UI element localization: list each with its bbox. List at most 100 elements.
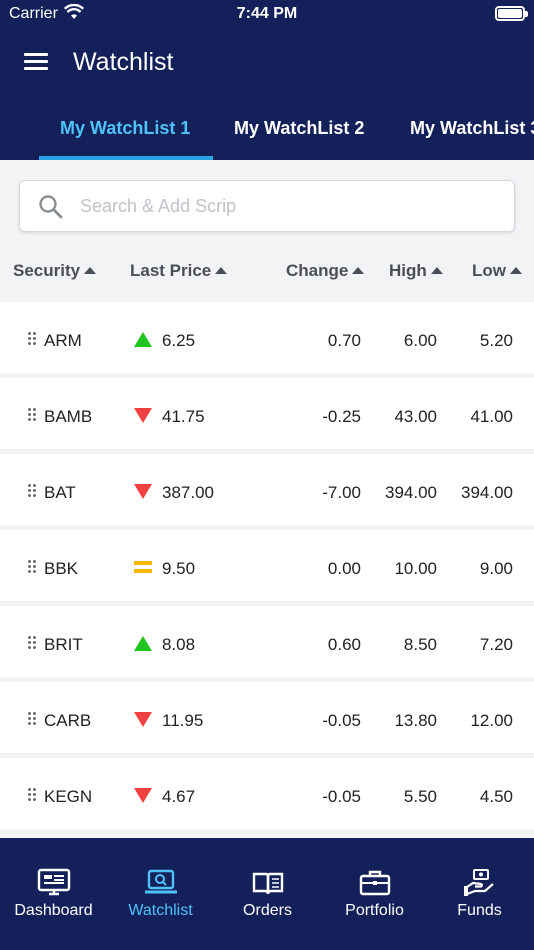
drag-handle-icon[interactable] [28,408,38,422]
sort-up-icon [84,267,97,274]
sort-last-price-header[interactable]: Last Price [130,261,228,281]
last-price-value: 4.67 [162,787,196,806]
sort-change-header[interactable]: Change [286,261,365,281]
change-value: 0.70 [327,331,361,350]
trend-down-icon [134,484,152,500]
watchlist-tabs: My WatchList 1 My WatchList 2 My WatchLi… [0,110,534,160]
change-value: 0.00 [327,559,361,578]
security-symbol: BAT [44,483,76,502]
hand-money-icon [426,868,533,898]
low-value: 394.00 [461,483,513,502]
low-value: 12.00 [470,711,513,730]
change-value: -7.00 [322,483,361,502]
drag-handle-icon[interactable] [28,788,38,802]
high-value: 394.00 [385,483,437,502]
table-row[interactable]: ARM 6.25 0.70 6.00 5.20 [0,302,534,373]
monitor-icon [0,868,107,898]
high-value: 10.00 [394,559,437,578]
trend-up-icon [134,636,152,652]
trend-up-icon [134,332,152,348]
clock: 7:44 PM [236,5,298,22]
security-symbol: BBK [44,559,79,578]
security-symbol: BRIT [44,635,83,654]
low-column-label: Low [472,261,506,280]
security-symbol: ARM [44,331,82,350]
security-symbol: BAMB [44,407,93,426]
high-value: 6.00 [403,331,437,350]
battery-icon [495,6,528,21]
drag-handle-icon[interactable] [28,712,38,726]
nav-watchlist-label: Watchlist [128,902,193,919]
last-price-value: 9.50 [162,559,196,578]
active-tab-indicator [39,156,213,160]
low-value: 7.20 [479,635,513,654]
change-value: -0.05 [322,711,361,730]
drag-handle-icon[interactable] [28,636,38,650]
nav-portfolio[interactable]: Portfolio [321,868,428,920]
nav-orders[interactable]: Orders [214,868,321,920]
hamburger-menu-icon[interactable] [24,53,48,73]
table-row[interactable]: BAT 387.00 -7.00 394.00 394.00 [0,454,534,525]
tab-watchlist-2[interactable]: My WatchList 2 [234,118,364,139]
sort-up-icon [430,267,443,274]
security-symbol: CARB [44,711,92,730]
trend-down-icon [134,712,152,728]
last-price-value: 6.25 [162,331,196,350]
status-bar: Carrier 7:44 PM [0,0,534,28]
low-value: 4.50 [479,787,513,806]
nav-dashboard-label: Dashboard [14,902,93,919]
sort-low-header[interactable]: Low [472,261,522,281]
trend-flat-icon [134,560,152,576]
sort-up-icon [215,267,228,274]
table-row[interactable]: BBK 9.50 0.00 10.00 9.00 [0,530,534,601]
high-value: 5.50 [403,787,437,806]
sort-high-header[interactable]: High [389,261,443,281]
search-input[interactable] [80,181,500,231]
drag-handle-icon[interactable] [28,332,38,346]
table-row[interactable]: BRIT 8.08 0.60 8.50 7.20 [0,606,534,677]
low-value: 41.00 [470,407,513,426]
tab-watchlist-3[interactable]: My WatchList 3 [410,118,534,139]
table-row[interactable]: BAMB 41.75 -0.25 43.00 41.00 [0,378,534,449]
sort-up-icon [352,267,365,274]
search-icon [38,194,64,225]
tab-watchlist-1[interactable]: My WatchList 1 [60,118,190,139]
nav-orders-label: Orders [243,902,292,919]
sort-security-header[interactable]: Security [13,261,97,281]
drag-handle-icon[interactable] [28,484,38,498]
nav-watchlist[interactable]: Watchlist [107,868,214,920]
table-row[interactable]: CARB 11.95 -0.05 13.80 12.00 [0,682,534,753]
sort-up-icon [510,267,522,274]
app-header: Carrier 7:44 PM Watchlist My WatchList 1… [0,0,534,160]
laptop-search-icon [107,868,214,898]
security-symbol: KEGN [44,787,93,806]
table-row[interactable]: KEGN 4.67 -0.05 5.50 4.50 [0,758,534,829]
high-value: 8.50 [403,635,437,654]
change-value: -0.05 [322,787,361,806]
column-headers: Security Last Price Change High Low [0,252,534,292]
page-title: Watchlist [73,48,174,76]
last-price-value: 11.95 [162,711,204,730]
last-price-value: 387.00 [162,483,214,502]
bottom-nav: Dashboard Watchlist Orders Portfolio Fun… [0,838,534,950]
nav-portfolio-label: Portfolio [345,902,404,919]
nav-dashboard[interactable]: Dashboard [0,868,107,920]
trend-down-icon [134,408,152,424]
high-value: 13.80 [394,711,437,730]
change-column-label: Change [286,261,349,280]
change-value: -0.25 [322,407,361,426]
last-price-value: 8.08 [162,635,196,654]
low-value: 5.20 [479,331,513,350]
high-value: 43.00 [394,407,437,426]
nav-funds[interactable]: Funds [426,868,533,920]
last-price-value: 41.75 [162,407,205,426]
nav-funds-label: Funds [457,902,502,919]
book-icon [214,868,321,898]
search-bar[interactable] [19,180,515,232]
briefcase-icon [321,868,428,898]
high-column-label: High [389,261,427,280]
change-value: 0.60 [327,635,361,654]
drag-handle-icon[interactable] [28,560,38,574]
security-column-label: Security [13,261,81,280]
trend-down-icon [134,788,152,804]
